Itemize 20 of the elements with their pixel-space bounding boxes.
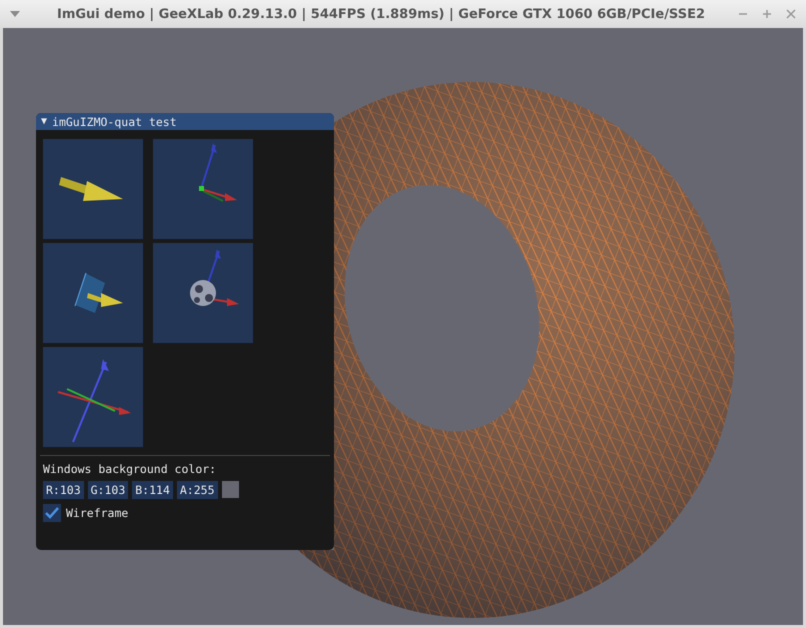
plane-arrow-drawing	[74, 272, 123, 313]
color-swatch[interactable]	[222, 481, 238, 498]
color-label: Windows background color:	[42, 462, 218, 476]
collapse-toggle[interactable]: ▼	[41, 116, 48, 127]
gizmo-widget[interactable]	[153, 243, 253, 343]
wireframe-checkbox[interactable]	[43, 504, 61, 522]
gizmo-widget[interactable]	[43, 139, 143, 239]
close-icon[interactable]	[786, 9, 796, 19]
color-channel-field[interactable]: G:103	[88, 481, 128, 499]
color-channel-field[interactable]: B:114	[132, 481, 173, 499]
gizmo-widget[interactable]	[43, 243, 143, 343]
arrow-drawing	[59, 177, 123, 201]
color-channel-field[interactable]: R:103	[43, 481, 84, 499]
panel-title: imGuIZMO-quat test	[52, 114, 177, 128]
color-channel-field[interactable]: A:255	[176, 481, 218, 499]
window-title: ImGui demo | GeeXLab 0.29.13.0 | 544FPS (1.889ms) | GeForce GTX 1060 6GB/PCIe/SSE2	[56, 6, 706, 22]
wireframe-label: Wireframe	[66, 506, 128, 520]
sphere-axes-drawing	[190, 249, 239, 306]
axes-drawing	[199, 143, 237, 202]
maximize-icon[interactable]	[762, 9, 772, 19]
